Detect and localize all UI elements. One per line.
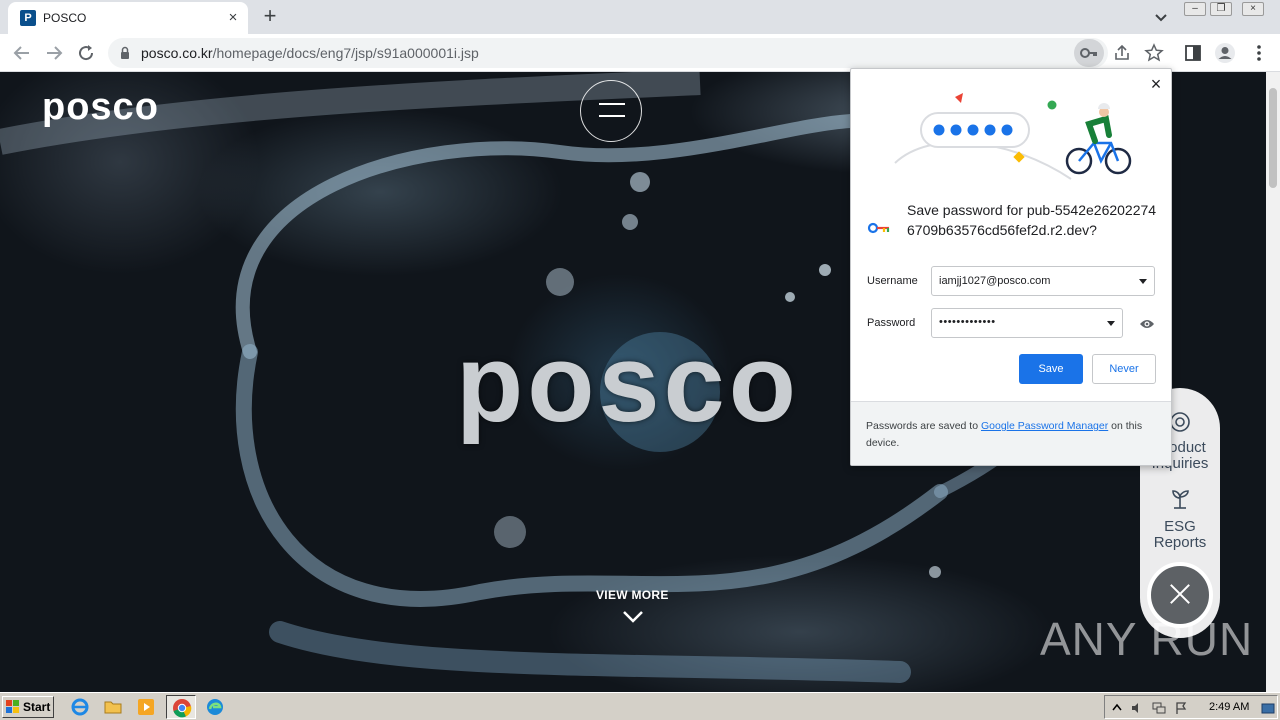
chevron-down-icon[interactable] <box>622 610 644 624</box>
username-label: Username <box>867 275 918 287</box>
never-button[interactable]: Never <box>1092 354 1156 384</box>
hamburger-menu-button[interactable] <box>580 80 642 142</box>
username-value: iamjj1027@posco.com <box>939 275 1051 287</box>
minimize-window-button[interactable]: – <box>1184 2 1206 16</box>
tab-strip: P POSCO × + – ❐ × <box>0 0 1280 34</box>
sprout-icon <box>1172 490 1189 509</box>
save-button[interactable]: Save <box>1019 354 1083 384</box>
hero-posco-logo: posco <box>456 322 800 445</box>
back-button[interactable] <box>10 41 34 65</box>
action-center-flag-icon[interactable] <box>1174 701 1188 715</box>
kebab-menu-icon[interactable] <box>1248 42 1270 64</box>
internet-explorer-icon[interactable] <box>70 697 90 717</box>
windows-taskbar: Start 2:49 AM <box>0 692 1280 720</box>
esg-reports-label-2: Reports <box>1153 534 1207 551</box>
save-password-dialog: × Save password for pub-5542e26202274670… <box>850 68 1172 466</box>
address-bar[interactable]: posco.co.kr/homepage/docs/eng7/jsp/s91a0… <box>108 38 1164 68</box>
network-icon[interactable] <box>1152 701 1166 715</box>
dropdown-caret-icon <box>1107 321 1115 326</box>
password-illustration <box>894 93 1132 180</box>
reload-button[interactable] <box>74 41 98 65</box>
esg-reports-link[interactable]: ESG Reports <box>1140 519 1220 551</box>
show-hidden-icons-icon[interactable] <box>1110 701 1124 715</box>
hamburger-line <box>599 103 625 105</box>
hamburger-line <box>599 115 625 117</box>
url-host: posco.co.kr <box>141 45 213 61</box>
scrollbar-thumb[interactable] <box>1269 88 1277 188</box>
chevron-down-icon[interactable] <box>1152 8 1170 26</box>
url-path: /homepage/docs/eng7/jsp/s91a000001i.jsp <box>212 45 479 61</box>
arrow-left-icon <box>13 46 29 60</box>
google-password-manager-link[interactable]: Google Password Manager <box>981 420 1108 432</box>
password-key-button[interactable] <box>1074 39 1104 67</box>
dialog-close-button[interactable]: × <box>1147 75 1165 93</box>
start-label: Start <box>23 700 51 714</box>
password-select[interactable]: ••••••••••••• <box>931 308 1123 338</box>
esg-reports-label-1: ESG <box>1164 518 1196 535</box>
password-label: Password <box>867 317 916 329</box>
tab-title: POSCO <box>43 11 87 25</box>
lock-icon[interactable] <box>120 46 130 60</box>
username-select[interactable]: iamjj1027@posco.com <box>931 266 1155 296</box>
system-tray: 2:49 AM <box>1104 695 1278 719</box>
forward-button[interactable] <box>42 41 66 65</box>
posco-favicon-icon: P <box>20 10 36 26</box>
password-value: ••••••••••••• <box>939 316 996 328</box>
chrome-taskbar-button[interactable] <box>166 695 196 719</box>
dialog-footer: Passwords are saved to Google Password M… <box>851 401 1171 465</box>
key-icon <box>1080 48 1097 58</box>
chrome-icon <box>173 699 192 718</box>
reload-icon <box>79 45 94 61</box>
browser-tab[interactable]: P POSCO × <box>8 2 248 34</box>
file-explorer-icon[interactable] <box>103 697 123 717</box>
volume-icon[interactable] <box>1130 701 1144 715</box>
edge-icon[interactable] <box>205 697 225 717</box>
anyrun-watermark: ANY RUN <box>1040 613 1254 665</box>
side-panel-icon[interactable] <box>1182 42 1204 64</box>
google-password-key-icon <box>867 222 890 234</box>
share-icon[interactable] <box>1111 42 1133 64</box>
close-window-button[interactable]: × <box>1242 2 1264 16</box>
new-tab-button[interactable]: + <box>258 5 282 29</box>
browser-toolbar: posco.co.kr/homepage/docs/eng7/jsp/s91a0… <box>0 34 1280 72</box>
view-more-link[interactable]: VIEW MORE <box>596 588 669 602</box>
restore-window-button[interactable]: ❐ <box>1210 2 1232 16</box>
footer-text: Passwords are saved to Google Password M… <box>866 418 1156 452</box>
page-scrollbar[interactable] <box>1266 72 1280 692</box>
dialog-title: Save password for pub-5542e262022746709b… <box>907 202 1157 238</box>
profile-avatar-icon[interactable] <box>1214 42 1236 64</box>
url-text[interactable]: posco.co.kr/homepage/docs/eng7/jsp/s91a0… <box>141 45 479 61</box>
posco-logo[interactable]: posco <box>42 86 159 129</box>
footer-prefix: Passwords are saved to <box>866 420 981 432</box>
tab-close-button[interactable]: × <box>224 9 242 27</box>
arrow-right-icon <box>47 46 63 60</box>
taskbar-clock[interactable]: 2:49 AM <box>1209 701 1249 713</box>
show-desktop-icon[interactable] <box>1261 701 1275 715</box>
media-player-icon[interactable] <box>136 697 156 717</box>
windows-logo-icon <box>6 700 19 713</box>
start-button[interactable]: Start <box>2 696 54 718</box>
eye-icon[interactable] <box>1139 318 1155 330</box>
bookmark-star-icon[interactable] <box>1143 42 1165 64</box>
dropdown-caret-icon <box>1139 279 1147 284</box>
